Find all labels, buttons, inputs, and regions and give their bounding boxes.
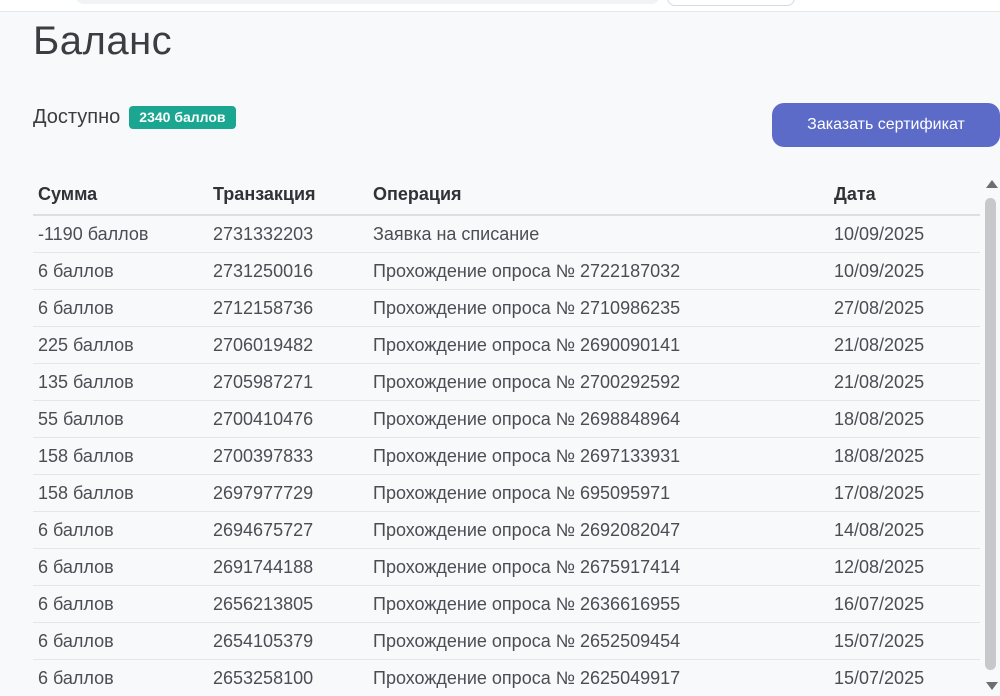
- cell-amount: 135 баллов: [33, 363, 208, 401]
- cell-transaction: 2712158736: [208, 289, 368, 327]
- column-header-date: Дата: [829, 174, 980, 216]
- cell-operation: Прохождение опроса № 2698848964: [368, 400, 829, 438]
- table-row: 55 баллов 2700410476 Прохождение опроса …: [33, 400, 980, 438]
- cell-operation: Прохождение опроса № 695095971: [368, 474, 829, 512]
- cell-operation: Прохождение опроса № 2692082047: [368, 511, 829, 549]
- table-row: 135 баллов 2705987271 Прохождение опроса…: [33, 363, 980, 401]
- available-label: Доступно: [33, 106, 121, 128]
- cell-amount: 158 баллов: [33, 437, 208, 475]
- cell-operation: Прохождение опроса № 2675917414: [368, 548, 829, 586]
- table-row: 6 баллов 2653258100 Прохождение опроса №…: [33, 659, 980, 696]
- search-input[interactable]: [75, 0, 660, 4]
- table-row: 158 баллов 2697977729 Прохождение опроса…: [33, 474, 980, 512]
- balance-badge: 2340 баллов: [129, 106, 236, 129]
- table-row: 6 баллов 2656213805 Прохождение опроса №…: [33, 585, 980, 623]
- cell-operation: Заявка на списание: [368, 215, 829, 253]
- cell-amount: 6 баллов: [33, 622, 208, 660]
- cell-date: 17/08/2025: [829, 474, 980, 512]
- vertical-scrollbar[interactable]: [983, 178, 998, 696]
- cell-date: 10/09/2025: [829, 215, 980, 253]
- cell-operation: Прохождение опроса № 2722187032: [368, 252, 829, 290]
- cell-date: 12/08/2025: [829, 548, 980, 586]
- scrollbar-thumb[interactable]: [985, 198, 996, 670]
- cell-operation: Прохождение опроса № 2697133931: [368, 437, 829, 475]
- cell-amount: 6 баллов: [33, 585, 208, 623]
- cell-operation: Прохождение опроса № 2652509454: [368, 622, 829, 660]
- scroll-up-arrow-icon[interactable]: [986, 180, 998, 188]
- order-certificate-button[interactable]: Заказать сертификат: [772, 103, 1000, 147]
- cell-amount: -1190 баллов: [33, 215, 208, 253]
- cell-amount: 55 баллов: [33, 400, 208, 438]
- top-bar-button[interactable]: [667, 0, 795, 6]
- table-row: 6 баллов 2691744188 Прохождение опроса №…: [33, 548, 980, 586]
- column-header-operation: Операция: [368, 174, 829, 216]
- table-row: 6 баллов 2694675727 Прохождение опроса №…: [33, 511, 980, 549]
- cell-operation: Прохождение опроса № 2710986235: [368, 289, 829, 327]
- cell-transaction: 2700397833: [208, 437, 368, 475]
- cell-transaction: 2654105379: [208, 622, 368, 660]
- cell-date: 18/08/2025: [829, 437, 980, 475]
- scroll-down-arrow-icon[interactable]: [986, 682, 998, 690]
- cell-transaction: 2694675727: [208, 511, 368, 549]
- cell-amount: 158 баллов: [33, 474, 208, 512]
- cell-amount: 6 баллов: [33, 252, 208, 290]
- cell-operation: Прохождение опроса № 2690090141: [368, 326, 829, 364]
- cell-amount: 6 баллов: [33, 289, 208, 327]
- cell-operation: Прохождение опроса № 2636616955: [368, 585, 829, 623]
- table-row: 158 баллов 2700397833 Прохождение опроса…: [33, 437, 980, 475]
- cell-date: 14/08/2025: [829, 511, 980, 549]
- table-row: 6 баллов 2712158736 Прохождение опроса №…: [33, 289, 980, 327]
- cell-transaction: 2700410476: [208, 400, 368, 438]
- cell-date: 15/07/2025: [829, 659, 980, 696]
- transactions-table-container: Сумма Транзакция Операция Дата -1190 бал…: [33, 174, 980, 696]
- cell-amount: 6 баллов: [33, 659, 208, 696]
- cell-date: 21/08/2025: [829, 363, 980, 401]
- cell-transaction: 2731332203: [208, 215, 368, 253]
- column-header-transaction: Транзакция: [208, 174, 368, 216]
- cell-transaction: 2706019482: [208, 326, 368, 364]
- cell-transaction: 2705987271: [208, 363, 368, 401]
- cell-transaction: 2653258100: [208, 659, 368, 696]
- available-balance: Доступно 2340 баллов: [33, 106, 236, 129]
- cell-transaction: 2656213805: [208, 585, 368, 623]
- table-row: 6 баллов 2731250016 Прохождение опроса №…: [33, 252, 980, 290]
- cell-transaction: 2697977729: [208, 474, 368, 512]
- cell-date: 16/07/2025: [829, 585, 980, 623]
- column-header-amount: Сумма: [33, 174, 208, 216]
- table-row: 6 баллов 2654105379 Прохождение опроса №…: [33, 622, 980, 660]
- table-row: 225 баллов 2706019482 Прохождение опроса…: [33, 326, 980, 364]
- cell-amount: 6 баллов: [33, 548, 208, 586]
- transactions-table: Сумма Транзакция Операция Дата -1190 бал…: [33, 174, 980, 696]
- cell-operation: Прохождение опроса № 2625049917: [368, 659, 829, 696]
- cell-date: 10/09/2025: [829, 252, 980, 290]
- cell-operation: Прохождение опроса № 2700292592: [368, 363, 829, 401]
- cell-amount: 6 баллов: [33, 511, 208, 549]
- table-row: -1190 баллов 2731332203 Заявка на списан…: [33, 215, 980, 253]
- top-bar: [0, 0, 1000, 12]
- cell-date: 15/07/2025: [829, 622, 980, 660]
- cell-date: 18/08/2025: [829, 400, 980, 438]
- cell-transaction: 2691744188: [208, 548, 368, 586]
- page-title: Баланс: [33, 19, 173, 63]
- cell-transaction: 2731250016: [208, 252, 368, 290]
- table-header-row: Сумма Транзакция Операция Дата: [33, 174, 980, 216]
- cell-date: 21/08/2025: [829, 326, 980, 364]
- cell-amount: 225 баллов: [33, 326, 208, 364]
- cell-date: 27/08/2025: [829, 289, 980, 327]
